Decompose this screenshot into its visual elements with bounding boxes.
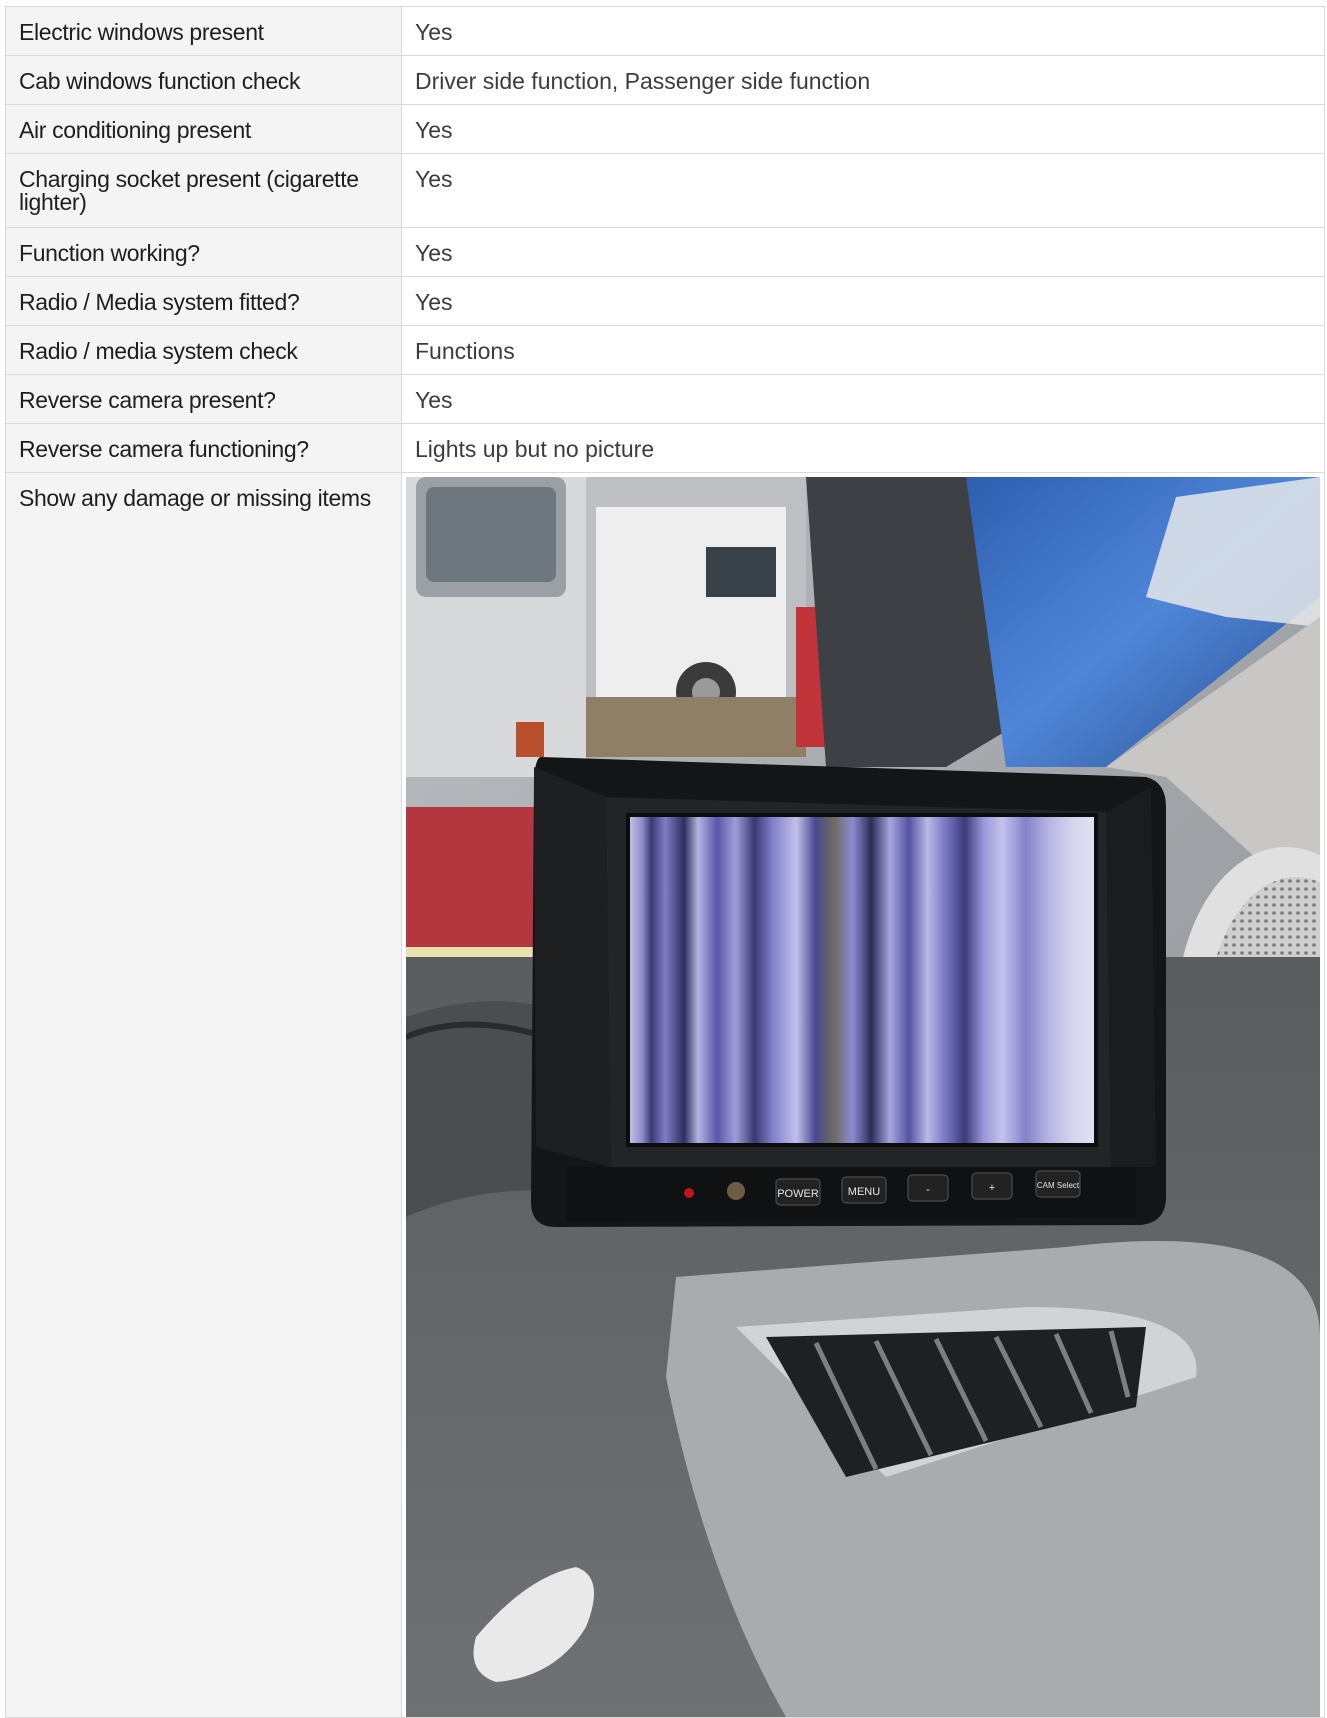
inspection-table: Electric windows present Yes Cab windows… <box>5 6 1325 1718</box>
row-label: Cab windows function check <box>19 68 301 94</box>
value-cell: Yes <box>401 374 1325 424</box>
table-row: Air conditioning present Yes <box>5 104 1325 154</box>
value-cell: Yes <box>401 6 1325 56</box>
table-row: Radio / Media system fitted? Yes <box>5 276 1325 326</box>
label-cell: Electric windows present <box>5 6 402 56</box>
row-value: Lights up but no picture <box>415 436 655 462</box>
value-cell: Yes <box>401 276 1325 326</box>
value-cell: Yes <box>401 104 1325 154</box>
row-value: Yes <box>415 19 453 45</box>
table-row: Reverse camera functioning? Lights up bu… <box>5 423 1325 473</box>
row-value: Yes <box>415 387 453 413</box>
light-sensor-icon <box>727 1182 745 1200</box>
value-cell: Driver side function, Passenger side fun… <box>401 55 1325 105</box>
label-cell: Radio / media system check <box>5 325 402 375</box>
row-value: Yes <box>415 166 453 192</box>
damage-photo: POWER MENU - + CAM Select <box>406 477 1320 1717</box>
monitor-minus-label: - <box>926 1184 930 1196</box>
row-label: Function working? <box>19 240 200 266</box>
row-label: Reverse camera functioning? <box>19 436 309 462</box>
row-value: Functions <box>415 338 515 364</box>
reverse-camera-monitor-photo: POWER MENU - + CAM Select <box>406 477 1320 1717</box>
label-cell: Reverse camera present? <box>5 374 402 424</box>
table-row: Function working? Yes <box>5 227 1325 277</box>
label-cell: Show any damage or missing items <box>5 472 402 1718</box>
monitor-cam-select-label: CAM Select <box>1037 1181 1080 1190</box>
row-value: Yes <box>415 240 453 266</box>
label-cell: Air conditioning present <box>5 104 402 154</box>
table-row: Charging socket present (cigarette light… <box>5 153 1325 228</box>
row-value: Driver side function, Passenger side fun… <box>415 68 871 94</box>
row-label: Reverse camera present? <box>19 387 276 413</box>
row-label: Radio / Media system fitted? <box>19 289 300 315</box>
value-cell: Functions <box>401 325 1325 375</box>
monitor-power-label: POWER <box>777 1188 819 1200</box>
row-value: Yes <box>415 289 453 315</box>
table-row: Reverse camera present? Yes <box>5 374 1325 424</box>
row-label: Radio / media system check <box>19 338 298 364</box>
table-row: Cab windows function check Driver side f… <box>5 55 1325 105</box>
table-row: Show any damage or missing items POWER M… <box>5 472 1325 1718</box>
label-cell: Radio / Media system fitted? <box>5 276 402 326</box>
label-cell: Charging socket present (cigarette light… <box>5 153 402 228</box>
row-value: Yes <box>415 117 453 143</box>
value-cell: POWER MENU - + CAM Select <box>401 472 1325 1718</box>
row-label: Air conditioning present <box>19 117 251 143</box>
monitor-screen <box>628 815 1096 1145</box>
label-cell: Reverse camera functioning? <box>5 423 402 473</box>
table-row: Electric windows present Yes <box>5 6 1325 56</box>
row-label: Show any damage or missing items <box>19 485 371 511</box>
value-cell: Lights up but no picture <box>401 423 1325 473</box>
monitor-plus-label: + <box>989 1182 995 1194</box>
row-label: Charging socket present (cigarette light… <box>19 166 359 215</box>
row-label: Electric windows present <box>19 19 264 45</box>
table-row: Radio / media system check Functions <box>5 325 1325 375</box>
monitor-menu-label: MENU <box>848 1186 880 1198</box>
power-led-icon <box>684 1188 694 1198</box>
label-cell: Cab windows function check <box>5 55 402 105</box>
value-cell: Yes <box>401 153 1325 228</box>
value-cell: Yes <box>401 227 1325 277</box>
label-cell: Function working? <box>5 227 402 277</box>
